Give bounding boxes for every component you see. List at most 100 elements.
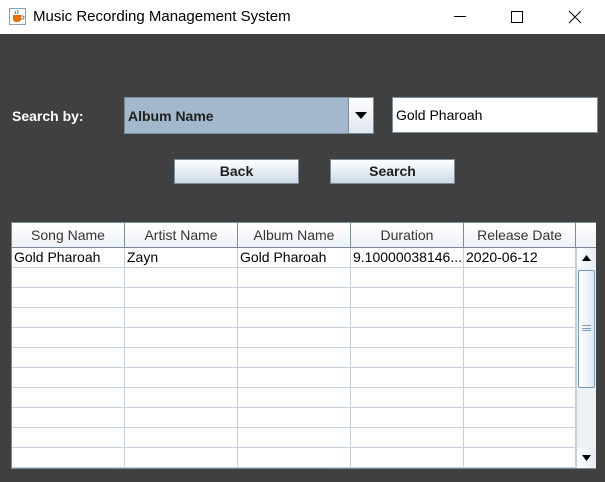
chevron-down-icon	[355, 112, 367, 119]
empty-table-row	[12, 348, 576, 368]
arrow-up-icon	[582, 255, 591, 261]
empty-table-cell	[238, 408, 351, 428]
results-table: Song Name Artist Name Album Name Duratio…	[11, 222, 596, 469]
search-field-dropdown[interactable]: Album Name	[124, 97, 374, 134]
empty-table-cell	[351, 308, 464, 328]
empty-table-cell	[464, 348, 576, 368]
main-panel: Search by: Album Name Back Search Song N…	[0, 34, 605, 482]
empty-table-cell	[351, 448, 464, 468]
empty-table-row	[12, 268, 576, 288]
empty-table-cell	[351, 348, 464, 368]
empty-table-cell	[12, 368, 125, 388]
empty-table-cell	[12, 388, 125, 408]
dropdown-arrow-button[interactable]	[348, 98, 373, 133]
empty-table-cell	[351, 388, 464, 408]
empty-table-cell	[238, 448, 351, 468]
empty-table-cell	[12, 288, 125, 308]
empty-table-row	[12, 328, 576, 348]
table-cell[interactable]: Zayn	[125, 248, 238, 268]
empty-table-cell	[351, 428, 464, 448]
empty-table-cell	[12, 308, 125, 328]
search-button[interactable]: Search	[330, 159, 455, 184]
column-header-duration[interactable]: Duration	[351, 223, 464, 248]
column-header-artist-name[interactable]: Artist Name	[125, 223, 238, 248]
table-cell[interactable]: 9.10000038146...	[351, 248, 464, 268]
empty-table-cell	[238, 288, 351, 308]
empty-table-cell	[464, 308, 576, 328]
empty-table-cell	[238, 348, 351, 368]
close-icon	[568, 10, 582, 24]
empty-table-row	[12, 428, 576, 448]
vertical-scrollbar[interactable]	[576, 248, 596, 468]
empty-table-cell	[125, 288, 238, 308]
column-header-release-date[interactable]: Release Date	[464, 223, 576, 248]
minimize-icon	[454, 16, 466, 17]
table-row[interactable]: Gold Pharoah Zayn Gold Pharoah 9.1000003…	[12, 248, 576, 268]
empty-table-row	[12, 408, 576, 428]
empty-table-cell	[125, 448, 238, 468]
search-input[interactable]	[395, 100, 593, 130]
scroll-down-button[interactable]	[577, 448, 596, 468]
empty-table-cell	[464, 428, 576, 448]
empty-table-cell	[12, 448, 125, 468]
empty-table-cell	[464, 268, 576, 288]
empty-table-cell	[125, 268, 238, 288]
empty-table-cell	[238, 368, 351, 388]
column-header-album-name[interactable]: Album Name	[238, 223, 351, 248]
empty-table-cell	[351, 288, 464, 308]
empty-table-cell	[351, 328, 464, 348]
empty-table-cell	[125, 308, 238, 328]
table-cell[interactable]: Gold Pharoah	[12, 248, 125, 268]
table-header: Song Name Artist Name Album Name Duratio…	[12, 223, 576, 248]
empty-table-cell	[12, 408, 125, 428]
empty-table-cell	[12, 348, 125, 368]
empty-table-cell	[125, 388, 238, 408]
empty-table-row	[12, 288, 576, 308]
empty-table-cell	[238, 388, 351, 408]
minimize-button[interactable]	[437, 0, 483, 34]
table-body: Gold Pharoah Zayn Gold Pharoah 9.1000003…	[12, 248, 576, 468]
empty-table-cell	[12, 328, 125, 348]
empty-table-cell	[12, 268, 125, 288]
empty-table-cell	[464, 408, 576, 428]
empty-table-cell	[464, 368, 576, 388]
search-input-box[interactable]	[392, 97, 598, 133]
empty-table-cell	[238, 308, 351, 328]
java-coffee-cup-icon	[9, 8, 26, 25]
empty-table-cell	[464, 328, 576, 348]
scroll-thumb[interactable]	[578, 270, 595, 388]
empty-table-cell	[125, 428, 238, 448]
empty-table-cell	[125, 348, 238, 368]
empty-table-cell	[464, 388, 576, 408]
column-header-song-name[interactable]: Song Name	[12, 223, 125, 248]
arrow-down-icon	[582, 455, 591, 461]
empty-table-cell	[464, 448, 576, 468]
maximize-button[interactable]	[494, 0, 540, 34]
empty-table-cell	[238, 268, 351, 288]
table-cell[interactable]: Gold Pharoah	[238, 248, 351, 268]
empty-table-cell	[351, 368, 464, 388]
empty-table-row	[12, 308, 576, 328]
back-button[interactable]: Back	[174, 159, 299, 184]
table-cell[interactable]: 2020-06-12	[464, 248, 576, 268]
grip-icon	[582, 325, 591, 331]
empty-table-row	[12, 388, 576, 408]
maximize-icon	[511, 11, 523, 23]
dropdown-selected-value: Album Name	[128, 108, 214, 124]
close-button[interactable]	[552, 0, 598, 34]
empty-table-cell	[125, 408, 238, 428]
empty-table-cell	[464, 288, 576, 308]
table-header-corner	[576, 223, 596, 248]
empty-table-cell	[12, 428, 125, 448]
title-bar: Music Recording Management System	[0, 0, 605, 34]
scroll-up-button[interactable]	[577, 248, 596, 268]
empty-table-cell	[351, 408, 464, 428]
empty-table-cell	[238, 428, 351, 448]
empty-table-row	[12, 448, 576, 468]
empty-table-cell	[238, 328, 351, 348]
empty-table-cell	[351, 268, 464, 288]
empty-table-row	[12, 368, 576, 388]
empty-table-cell	[125, 328, 238, 348]
search-by-label: Search by:	[12, 108, 84, 124]
window-title: Music Recording Management System	[33, 8, 291, 25]
